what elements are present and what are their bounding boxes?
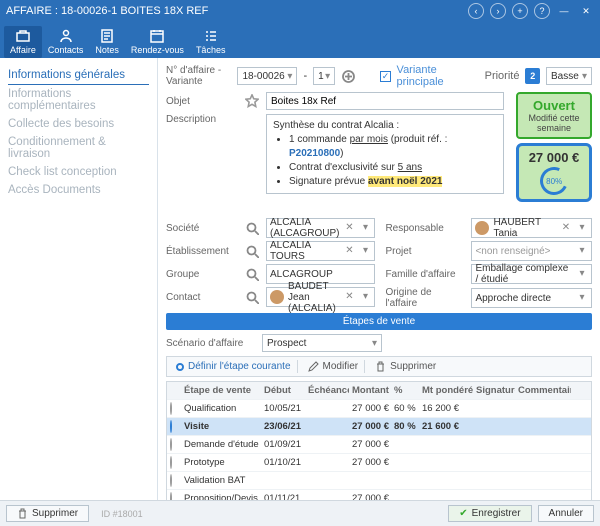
objet-field[interactable] [266,92,504,110]
clear-icon[interactable]: ✕ [343,222,355,234]
amount-card: 27 000 € 80% [516,143,592,202]
sidebar-item-documents[interactable]: Accès Documents [8,181,149,199]
add-icon[interactable]: + [512,3,528,19]
row-radio[interactable] [170,492,172,500]
table-row[interactable]: Prototype01/10/2127 000 € [167,453,591,471]
stages-table: Étape de venteDébutÉchéanceMontant%Mt po… [166,381,592,500]
origine-field[interactable]: Approche directe▾ [471,288,592,308]
nav-fwd-icon[interactable]: › [490,3,506,19]
close-icon[interactable]: ✕ [578,3,594,19]
main-variant-label: Variante principale [397,64,479,88]
description-label: Description [166,114,238,125]
variant-field[interactable]: 1▾ [313,67,335,85]
chevron-down-icon[interactable]: ▾ [359,222,371,234]
avatar [270,290,284,304]
footer: Supprimer ID #18001 ✔Enregistrer Annuler [0,500,600,526]
add-variant-icon[interactable] [341,68,356,84]
status-card: Ouvert Modifié cette semaine [516,92,592,139]
contact-field[interactable]: BAUDET Jean (ALCALIA)✕▾ [266,287,375,307]
num-affaire-field[interactable]: 18-00026▾ [237,67,297,85]
objet-label: Objet [166,96,238,107]
famille-field[interactable]: Emballage complexe / étudié▾ [471,264,592,284]
sidebar-item-checklist[interactable]: Check list conception [8,163,149,181]
etablissement-field[interactable]: ALCALIA TOURS✕▾ [266,241,375,261]
tasks-icon [203,28,219,44]
description-field[interactable]: Synthèse du contrat Alcalia : 1 commande… [266,114,504,194]
priority-label: Priorité [485,70,520,82]
search-icon[interactable] [244,266,260,282]
save-button[interactable]: ✔Enregistrer [448,505,531,522]
title-bar: AFFAIRE : 18-00026-1 BOITES 18X REF ‹ › … [0,0,600,22]
main-variant-checkbox[interactable]: ✓ [380,71,390,82]
footer-delete-button[interactable]: Supprimer [6,505,89,522]
responsable-field[interactable]: HAUBERT Tania✕▾ [471,218,592,238]
stage-toolbar: Définir l'étape courante Modifier Suppri… [166,356,592,377]
star-icon[interactable] [244,93,260,109]
row-radio[interactable] [170,438,172,451]
num-affaire-label: N° d'affaire - Variante [166,65,231,87]
contacts-icon [58,28,74,44]
trash-icon [375,361,386,372]
projet-field[interactable]: <non renseigné>▾ [471,241,592,261]
ribbon-rdv[interactable]: Rendez-vous [125,26,190,58]
define-stage-button[interactable]: Définir l'étape courante [170,360,298,373]
window-title: AFFAIRE : 18-00026-1 BOITES 18X REF [6,5,208,17]
table-row[interactable]: Validation BAT [167,471,591,489]
sidebar-item-general[interactable]: Informations générales [8,66,149,85]
table-row[interactable]: Qualification10/05/2127 000 €60 %16 200 … [167,399,591,417]
sidebar-item-conditionnement[interactable]: Conditionnement & livraison [8,133,149,163]
row-radio[interactable] [170,420,172,433]
delete-stage-button[interactable]: Supprimer [369,360,442,373]
ribbon-contacts[interactable]: Contacts [42,26,90,58]
row-radio[interactable] [170,456,172,469]
pencil-icon [308,361,319,372]
calendar-icon [149,28,165,44]
main-panel: N° d'affaire - Variante 18-00026▾ - 1▾ ✓… [158,58,600,500]
table-row[interactable]: Proposition/Devis01/11/2127 000 € [167,489,591,500]
ribbon-taches[interactable]: Tâches [190,26,232,58]
nav-back-icon[interactable]: ‹ [468,3,484,19]
help-icon[interactable]: ? [534,3,550,19]
sidebar-item-complementaires[interactable]: Informations complémentaires [8,85,149,115]
modify-button[interactable]: Modifier [302,360,366,373]
cancel-button[interactable]: Annuler [538,505,594,522]
ribbon: Affaire Contacts Notes Rendez-vous Tâche… [0,22,600,58]
trash-icon [17,508,28,519]
etapes-vente-button[interactable]: Étapes de vente [166,313,592,330]
avatar [475,221,489,235]
search-icon[interactable] [244,220,260,236]
scenario-select[interactable]: Prospect▾ [262,334,382,352]
priority-select[interactable]: Basse▾ [546,67,592,85]
sidebar-item-besoins[interactable]: Collecte des besoins [8,115,149,133]
search-icon[interactable] [244,289,260,305]
target-icon [176,363,184,371]
sidebar: Informations générales Informations comp… [0,58,158,500]
search-icon[interactable] [244,243,260,259]
row-radio[interactable] [170,474,172,487]
ribbon-notes[interactable]: Notes [89,26,125,58]
progress-ring: 80% [536,163,572,199]
priority-badge: 2 [525,68,540,84]
societe-field[interactable]: ALCALIA (ALCAGROUP)✕▾ [266,218,375,238]
ribbon-affaire[interactable]: Affaire [4,26,42,58]
minimize-icon[interactable]: — [556,3,572,19]
table-row[interactable]: Visite23/06/2127 000 €80 %21 600 € [167,417,591,435]
row-radio[interactable] [170,402,172,415]
record-id: ID #18001 [101,509,143,519]
notes-icon [99,28,115,44]
briefcase-icon [15,28,31,44]
table-row[interactable]: Demande d'étude01/09/2127 000 € [167,435,591,453]
